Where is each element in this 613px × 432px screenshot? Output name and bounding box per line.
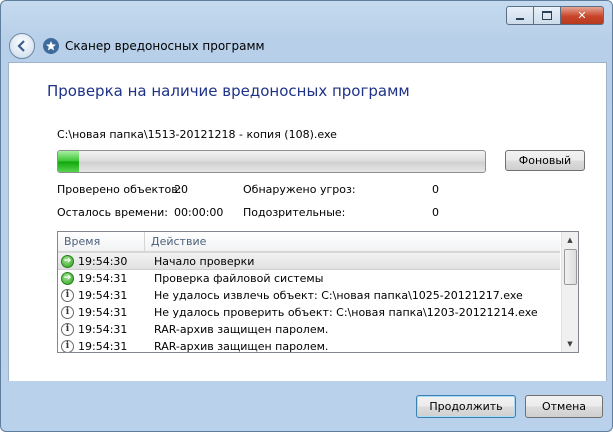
log-action: Не удалось проверить объект: C:\новая па…: [154, 306, 538, 319]
continue-button[interactable]: Продолжить: [416, 395, 516, 418]
scanner-app-icon: [43, 38, 59, 54]
log-scrollbar[interactable]: ▲ ▼: [561, 232, 578, 352]
scroll-up-arrow-icon[interactable]: ▲: [562, 232, 578, 248]
log-time-cell: i 19:54:31: [58, 289, 145, 302]
page-heading: Проверка на наличие вредоносных программ: [47, 82, 410, 100]
log-rows: ➔ 19:54:30 Начало проверки ➔ 19:54:31 Проверк…: [58, 252, 560, 353]
log-action: Проверка файловой системы: [154, 272, 324, 285]
info-icon: i: [61, 289, 74, 302]
scroll-thumb[interactable]: [564, 249, 577, 285]
threats-found-label: Обнаружено угроз:: [243, 183, 356, 196]
scan-progress-fill: [58, 151, 80, 172]
time-remaining-value: 00:00:00: [174, 206, 224, 219]
log-time-cell: ➔ 19:54:30: [58, 254, 145, 268]
title-bar: Сканер вредоносных программ: [9, 31, 265, 61]
time-remaining-label: Осталось времени:: [57, 206, 168, 219]
log-time-cell: i 19:54:31: [58, 340, 145, 353]
back-arrow-icon: [17, 40, 25, 52]
maximize-button[interactable]: [534, 6, 561, 25]
scan-log-list[interactable]: Время Действие ➔ 19:54:30 Начало проверки ➔…: [57, 231, 579, 353]
close-button[interactable]: ✕: [561, 6, 604, 25]
suspicious-value: 0: [432, 206, 439, 219]
log-row[interactable]: i 19:54:31 RAR-архив защищен паролем.: [58, 338, 560, 353]
log-row[interactable]: ➔ 19:54:30 Начало проверки: [58, 252, 560, 270]
log-time: 19:54:31: [78, 323, 128, 336]
maximize-icon: [542, 11, 552, 20]
log-row[interactable]: i 19:54:31 RAR-архив защищен паролем.: [58, 321, 560, 338]
log-time-cell: i 19:54:31: [58, 306, 145, 319]
content-panel: Проверка на наличие вредоносных программ…: [8, 62, 607, 381]
close-icon: ✕: [577, 9, 587, 22]
info-icon: i: [61, 340, 74, 352]
scanner-window: ✕ Сканер вредоносных программ Проверка н…: [0, 0, 613, 432]
log-time: 19:54:31: [78, 272, 128, 285]
checked-objects-value: 20: [174, 183, 188, 196]
log-row[interactable]: i 19:54:31 Не удалось проверить объект: C:…: [58, 304, 560, 321]
background-button[interactable]: Фоновый: [505, 150, 585, 171]
column-header-time[interactable]: Время: [58, 232, 145, 251]
log-action: Начало проверки: [154, 254, 255, 268]
log-time: 19:54:30: [78, 254, 128, 268]
window-title: Сканер вредоносных программ: [65, 39, 265, 53]
threats-found-value: 0: [432, 183, 439, 196]
info-icon: i: [61, 323, 74, 336]
log-time: 19:54:31: [78, 289, 128, 302]
minimize-button[interactable]: [506, 6, 534, 25]
cancel-button[interactable]: Отмена: [525, 395, 603, 418]
log-header: Время Действие: [58, 232, 560, 252]
back-button[interactable]: [9, 33, 35, 59]
scroll-down-arrow-icon[interactable]: ▼: [562, 336, 578, 352]
scan-progress-bar: [57, 150, 486, 173]
window-controls: ✕: [506, 6, 604, 25]
log-time: 19:54:31: [78, 340, 128, 353]
column-header-action[interactable]: Действие: [145, 232, 560, 251]
current-file-path: C:\новая папка\1513-20121218 - копия (10…: [57, 128, 337, 141]
log-row[interactable]: i 19:54:31 Не удалось извлечь объект: C:\н…: [58, 287, 560, 304]
info-icon: i: [61, 306, 74, 319]
log-time-cell: i 19:54:31: [58, 323, 145, 336]
log-action: RAR-архив защищен паролем.: [154, 340, 329, 353]
log-time: 19:54:31: [78, 306, 128, 319]
log-action: Не удалось извлечь объект: C:\новая папк…: [154, 289, 523, 302]
log-time-cell: ➔ 19:54:31: [58, 272, 145, 285]
suspicious-label: Подозрительные:: [243, 206, 346, 219]
checked-objects-label: Проверено объектов:: [57, 183, 182, 196]
success-check-icon: ➔: [61, 272, 74, 285]
minimize-icon: [516, 17, 524, 20]
log-row[interactable]: ➔ 19:54:31 Проверка файловой системы: [58, 270, 560, 287]
log-action: RAR-архив защищен паролем.: [154, 323, 329, 336]
success-check-icon: ➔: [61, 254, 74, 268]
